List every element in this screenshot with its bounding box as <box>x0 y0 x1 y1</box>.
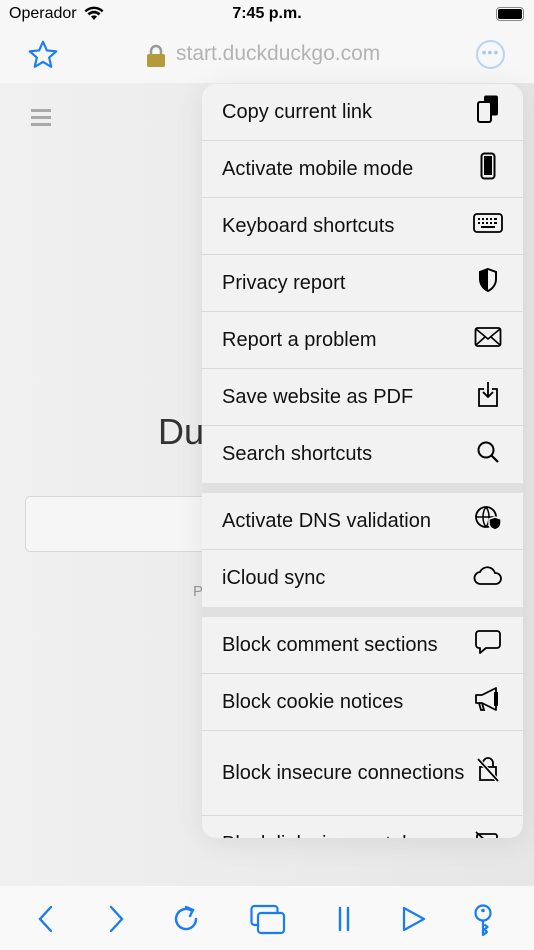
menu-item-icloud-sync[interactable]: iCloud sync <box>202 550 523 607</box>
menu-item-label: Block insecure connections <box>222 762 465 784</box>
menu-item-label: Keyboard shortcuts <box>222 214 395 237</box>
clock: 7:45 p.m. <box>232 5 302 22</box>
lock-slash-icon <box>473 755 503 791</box>
menu-item-activate-mobile-mode[interactable]: Activate mobile mode <box>202 141 523 198</box>
tabs-icon[interactable] <box>250 904 286 936</box>
menu-item-save-website-as-pdf[interactable]: Save website as PDF <box>202 369 523 426</box>
megaphone-icon <box>473 686 503 718</box>
menu-item-copy-current-link[interactable]: Copy current link <box>202 84 523 141</box>
lock-icon <box>147 44 165 67</box>
shield-icon <box>473 267 503 299</box>
keyboard-icon <box>473 213 503 239</box>
menu-item-label: iCloud sync <box>222 567 326 589</box>
status-bar: Operador 7:45 p.m. <box>0 0 534 30</box>
menu-item-block-comment-sections[interactable]: Block comment sections <box>202 617 523 674</box>
menu-item-report-a-problem[interactable]: Report a problem <box>202 312 523 369</box>
address-bar: start.duckduckgo.com ••• <box>0 30 534 83</box>
page-title: Du <box>158 411 205 452</box>
download-icon <box>473 380 503 414</box>
cloud-icon <box>473 565 503 592</box>
globe-shield-icon <box>473 505 503 537</box>
menu-item-label: Block cookie notices <box>222 690 404 713</box>
options-menu: Copy current link Activate mobile mode Key… <box>202 84 523 838</box>
menu-item-label: Search shortcuts <box>222 443 373 465</box>
menu-item-label: Activate mobile mode <box>222 157 414 180</box>
menu-item-label: Privacy report <box>222 271 346 294</box>
url-field[interactable]: start.duckduckgo.com <box>176 42 380 66</box>
menu-item-label: Block comment sections <box>222 633 438 656</box>
key-icon[interactable] <box>472 904 494 938</box>
battery-icon <box>496 7 524 21</box>
back-icon[interactable] <box>36 904 56 934</box>
search-icon <box>473 440 503 470</box>
menu-item-label: Activate DNS validation <box>222 509 431 532</box>
menu-separator <box>202 483 523 493</box>
menu-item-activate-dns-validation[interactable]: Activate DNS validation <box>202 493 523 550</box>
more-options-button[interactable]: ••• <box>476 40 505 69</box>
menu-item-label: Block links in new tabs <box>222 833 472 838</box>
pause-icon[interactable] <box>336 904 352 934</box>
envelope-icon <box>473 326 503 354</box>
menu-item-label: Copy current link <box>222 100 373 123</box>
forward-icon[interactable] <box>106 904 126 934</box>
bottom-toolbar <box>0 886 534 950</box>
phone-icon <box>473 152 503 186</box>
menu-item-block-insecure-connections[interactable]: Block insecure connections <box>202 731 523 816</box>
menu-item-label: Save website as PDF <box>222 385 414 408</box>
copy-icon <box>473 94 503 130</box>
menu-item-block-cookie-notices[interactable]: Block cookie notices <box>202 674 523 731</box>
speech-bubble-icon <box>473 629 503 661</box>
reload-icon[interactable] <box>171 904 201 934</box>
search-input[interactable] <box>25 496 225 552</box>
tabs-slash-icon <box>473 830 503 838</box>
menu-separator <box>202 607 523 617</box>
menu-item-privacy-report[interactable]: Privacy report <box>202 255 523 312</box>
menu-item-search-shortcuts[interactable]: Search shortcuts <box>202 426 523 483</box>
menu-item-label: Report a problem <box>222 328 377 351</box>
hamburger-menu-icon[interactable] <box>31 109 51 130</box>
menu-item-keyboard-shortcuts[interactable]: Keyboard shortcuts <box>202 198 523 255</box>
menu-item-block-links-in-new-tabs[interactable]: Block links in new tabs <box>202 816 523 838</box>
play-icon[interactable] <box>401 904 427 934</box>
bookmark-star-icon[interactable] <box>27 39 59 71</box>
